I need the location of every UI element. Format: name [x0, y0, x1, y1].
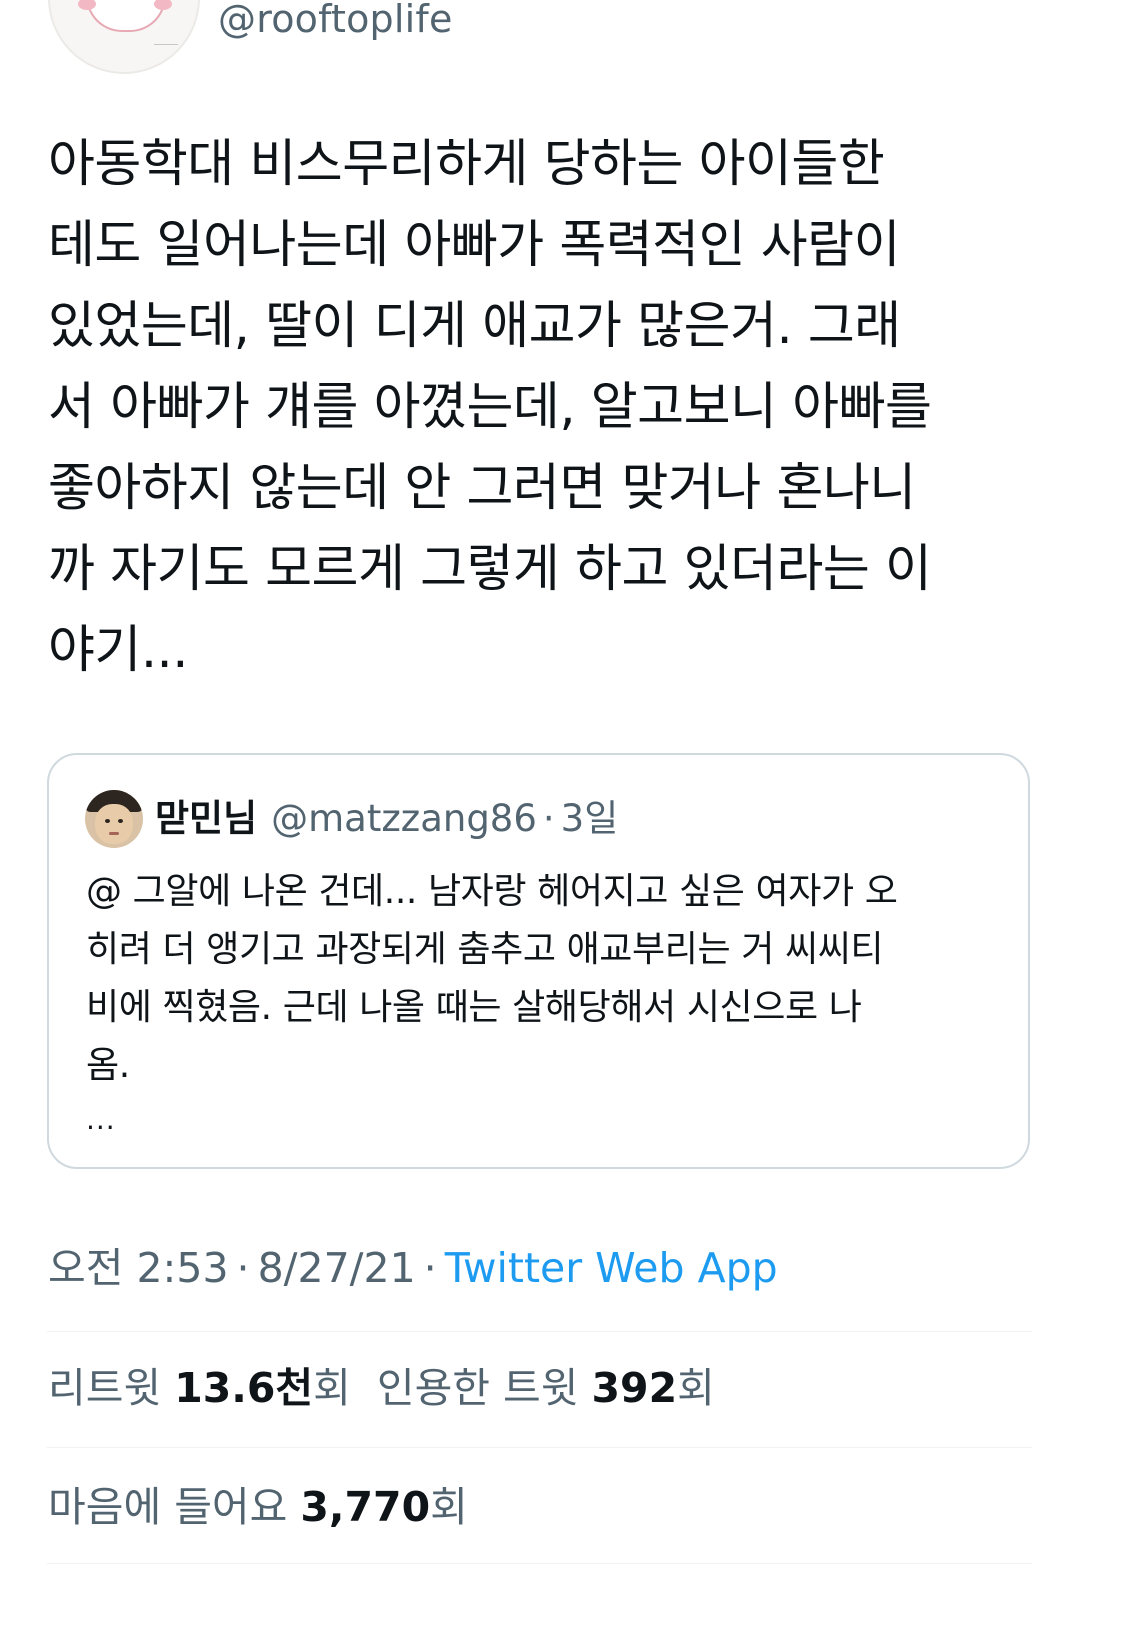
- tweet-time[interactable]: 오전 2:53: [48, 1244, 229, 1292]
- likes-label[interactable]: 마음에 들어요: [48, 1483, 287, 1531]
- retweet-count[interactable]: 13.6천: [174, 1364, 313, 1412]
- stats-divider-bottom: [47, 1563, 1032, 1564]
- likes-stats: 마음에 들어요 3,770회: [48, 1479, 468, 1535]
- quoted-author-avatar[interactable]: [85, 790, 143, 848]
- tweet-timestamp-row: 오전 2:53 · 8/27/21 · Twitter Web App: [48, 1242, 778, 1294]
- author-avatar[interactable]: [48, 0, 200, 74]
- tweet-header: @rooftoplife: [0, 0, 1125, 80]
- quote-tweets-count[interactable]: 392: [592, 1364, 678, 1412]
- avatar-face-icon: [95, 804, 133, 844]
- quoted-meta-separator: ·: [542, 797, 555, 840]
- quoted-tweet-text: @ 그알에 나온 건데... 남자랑 헤어지고 싶은 여자가 오 히려 더 앵기…: [86, 871, 898, 1086]
- retweet-quote-stats: 리트윗 13.6천회 인용한 트윗 392회: [48, 1360, 715, 1416]
- likes-count[interactable]: 3,770: [300, 1483, 430, 1531]
- avatar-eye-right-icon: [118, 819, 123, 823]
- avatar-eye-left-icon: [105, 819, 110, 823]
- avatar-cheek-right-icon: [154, 0, 172, 10]
- quote-tweets-suffix: 회: [677, 1364, 715, 1412]
- source-separator: ·: [423, 1244, 437, 1292]
- retweet-label[interactable]: 리트윗: [48, 1364, 161, 1412]
- quoted-tweet-ellipsis: ...: [86, 1103, 116, 1136]
- quoted-author-handle[interactable]: @matzzang86: [271, 797, 537, 840]
- quoted-author-name[interactable]: 맏민님: [155, 797, 257, 840]
- quote-tweets-label[interactable]: 인용한 트윗: [377, 1364, 579, 1412]
- tweet-date[interactable]: 8/27/21: [258, 1244, 416, 1292]
- quoted-tweet-card[interactable]: 맏민님 @matzzang86 · 3일 @ 그알에 나온 건데... 남자랑 헤어지…: [47, 753, 1030, 1169]
- stats-divider-middle: [47, 1447, 1032, 1448]
- quoted-tweet-meta: 맏민님 @matzzang86 · 3일: [155, 795, 618, 843]
- stats-divider-top: [47, 1331, 1032, 1332]
- quoted-tweet-time[interactable]: 3일: [561, 797, 619, 840]
- tweet-source-link[interactable]: Twitter Web App: [445, 1244, 778, 1292]
- likes-suffix: 회: [430, 1483, 468, 1531]
- tweet-text: 아동학대 비스무리하게 당하는 아이들한 테도 일어나는데 아빠가 폭력적인 사…: [48, 135, 932, 680]
- avatar-signature-icon: [154, 34, 178, 45]
- avatar-mouth-icon: [109, 832, 119, 835]
- retweet-suffix: 회: [313, 1364, 351, 1412]
- author-handle[interactable]: @rooftoplife: [218, 0, 453, 40]
- timestamp-separator: ·: [236, 1244, 250, 1292]
